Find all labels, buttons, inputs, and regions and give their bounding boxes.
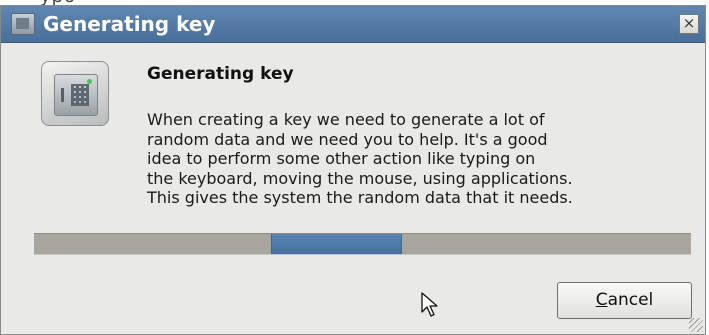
cancel-label: ancel (607, 290, 654, 310)
mouse-pointer-icon (421, 292, 438, 317)
message-line: This gives the system the random data th… (147, 188, 573, 207)
message-line: random data and we need you to help. It'… (147, 129, 548, 149)
message-line: When creating a key we need to generate … (147, 110, 545, 129)
safe-keypad (71, 84, 89, 106)
cancel-button[interactable]: Cancel (557, 282, 692, 319)
safe-door (54, 74, 98, 116)
progress-indicator (270, 234, 402, 254)
app-icon (11, 13, 35, 35)
resize-grip[interactable] (689, 318, 703, 332)
titlebar[interactable]: Generating key × (1, 6, 705, 43)
dialog-heading: Generating key (147, 64, 294, 84)
dialog-message: When creating a key we need to generate … (147, 110, 707, 208)
safe-key-icon (41, 61, 109, 126)
progress-bar (34, 233, 691, 255)
window-title: Generating key (43, 12, 216, 36)
safe-light (87, 79, 92, 84)
close-button[interactable]: × (679, 14, 699, 34)
generating-key-dialog: Generating key × Generating key When cre… (0, 5, 706, 335)
cancel-mnemonic: C (595, 290, 608, 310)
message-line: idea to perform some other action like t… (147, 149, 536, 168)
message-line: the keyboard, moving the mouse, using ap… (147, 168, 573, 188)
safe-handle (61, 88, 64, 102)
